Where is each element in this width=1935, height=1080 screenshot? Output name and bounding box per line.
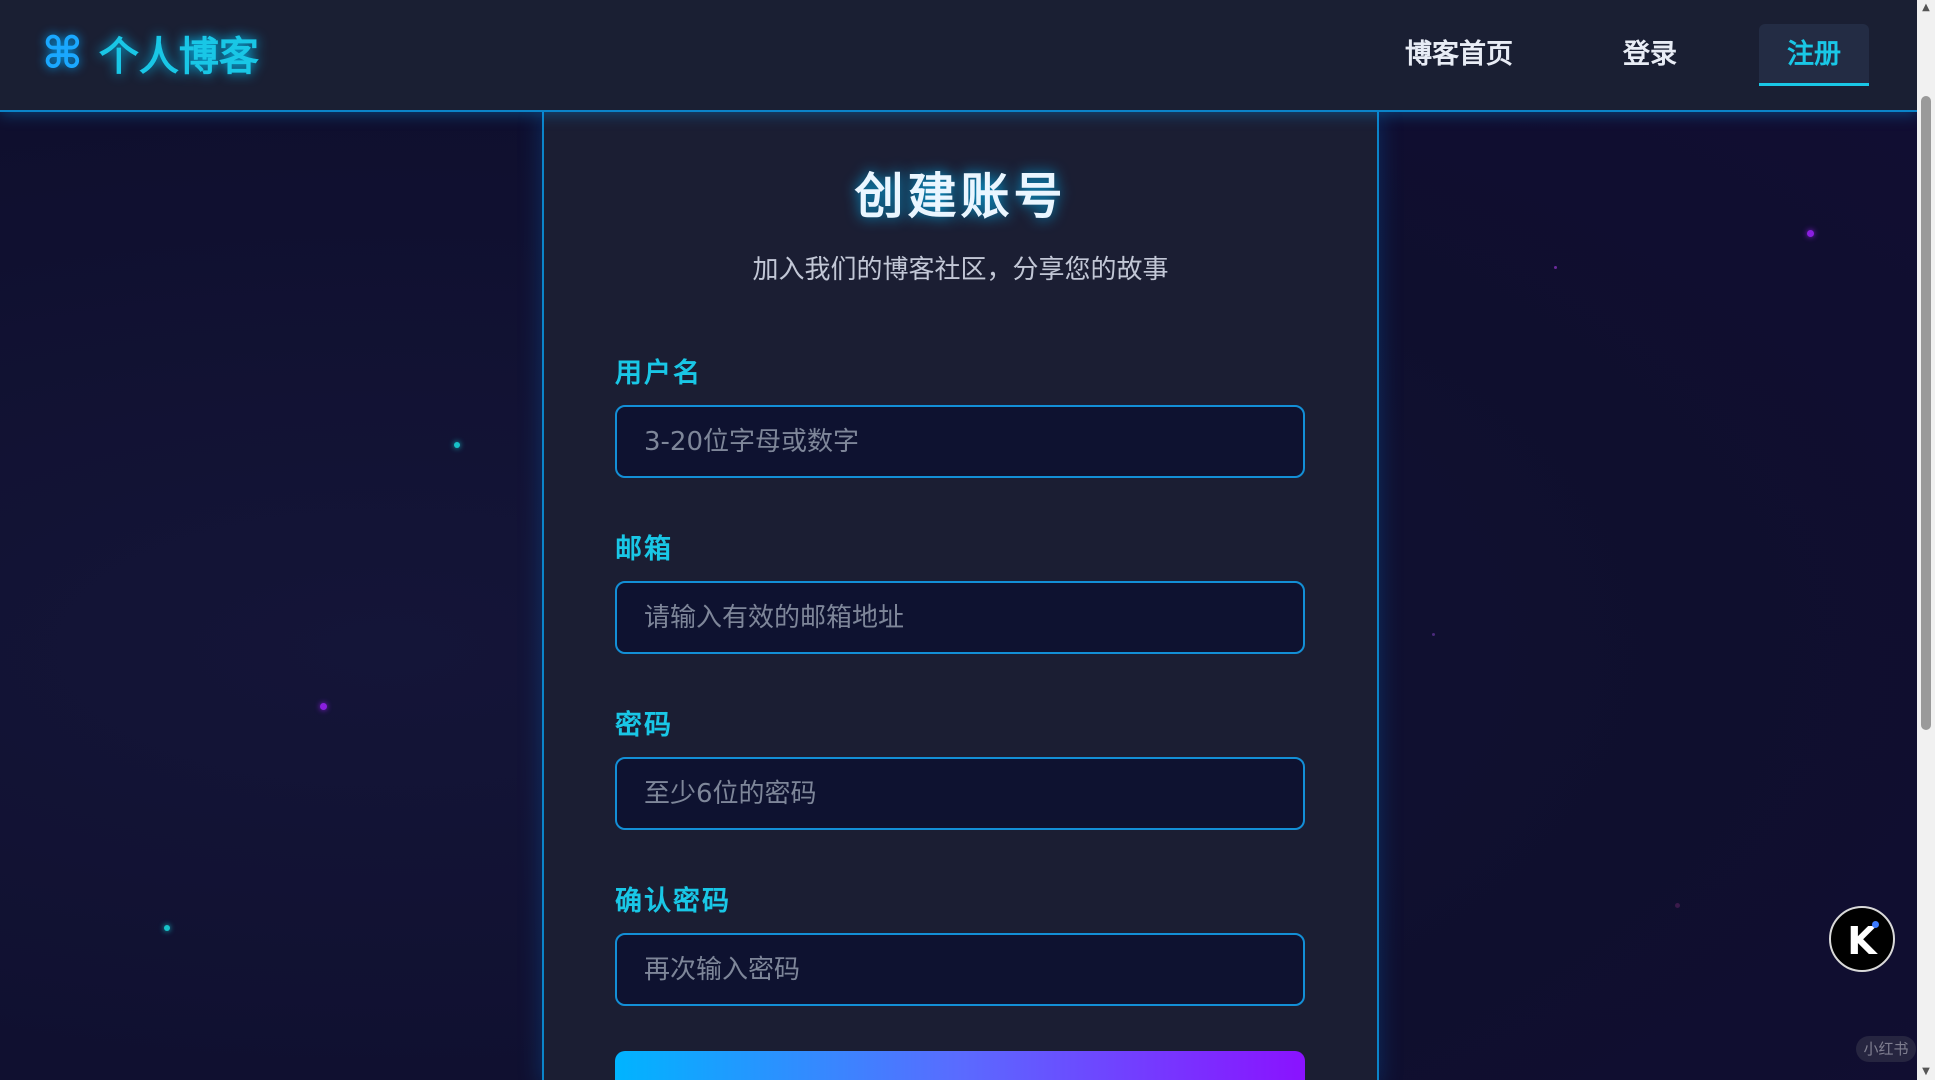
password-label: 密码 [615, 710, 673, 741]
arrow-down-icon[interactable]: ▼ [1917, 1064, 1935, 1080]
decor-dot [164, 925, 170, 931]
floating-assistant-button[interactable]: K [1829, 906, 1895, 972]
email-label: 邮箱 [615, 534, 673, 565]
site-title: 个人博客 [98, 34, 259, 80]
confirm-password-input[interactable] [615, 933, 1305, 1006]
watermark: 小红书 [1856, 1036, 1916, 1062]
decor-dot [1554, 266, 1557, 269]
nav-home[interactable]: 博客首页 [1377, 24, 1541, 86]
site-logo[interactable]: ⌘ 个人博客 [42, 24, 259, 82]
form-subtitle: 加入我们的博客社区，分享您的故事 [752, 255, 1169, 285]
form-title: 创建账号 [854, 168, 1067, 225]
page: ⌘ 个人博客 博客首页 登录 注册 创建账号 加入我们的博客社区，分享您的故事 … [0, 0, 1935, 1080]
top-navbar: ⌘ 个人博客 博客首页 登录 注册 [0, 0, 1917, 112]
password-input[interactable] [615, 757, 1305, 830]
username-input[interactable] [615, 405, 1305, 478]
decor-dot [1807, 230, 1814, 237]
scroll-thumb[interactable] [1921, 96, 1931, 730]
register-panel: 创建账号 加入我们的博客社区，分享您的故事 用户名 邮箱 密码 确认密码 [542, 111, 1379, 1080]
nav-register[interactable]: 注册 [1759, 24, 1869, 86]
arrow-up-icon[interactable]: ▲ [1917, 0, 1935, 16]
email-input[interactable] [615, 581, 1305, 654]
decor-dot [1675, 903, 1680, 908]
decor-dot [1432, 633, 1435, 636]
confirm-password-label: 确认密码 [615, 886, 731, 917]
username-label: 用户名 [615, 358, 702, 389]
register-submit-button[interactable] [615, 1051, 1305, 1080]
badge-dot-icon [1872, 921, 1879, 928]
nav-menu: 博客首页 登录 注册 [1377, 24, 1869, 86]
command-icon: ⌘ [42, 27, 83, 79]
vertical-scrollbar[interactable]: ▲ ▼ [1917, 0, 1935, 1080]
decor-dot [320, 703, 327, 710]
nav-login[interactable]: 登录 [1595, 24, 1705, 86]
decor-dot [454, 442, 460, 448]
